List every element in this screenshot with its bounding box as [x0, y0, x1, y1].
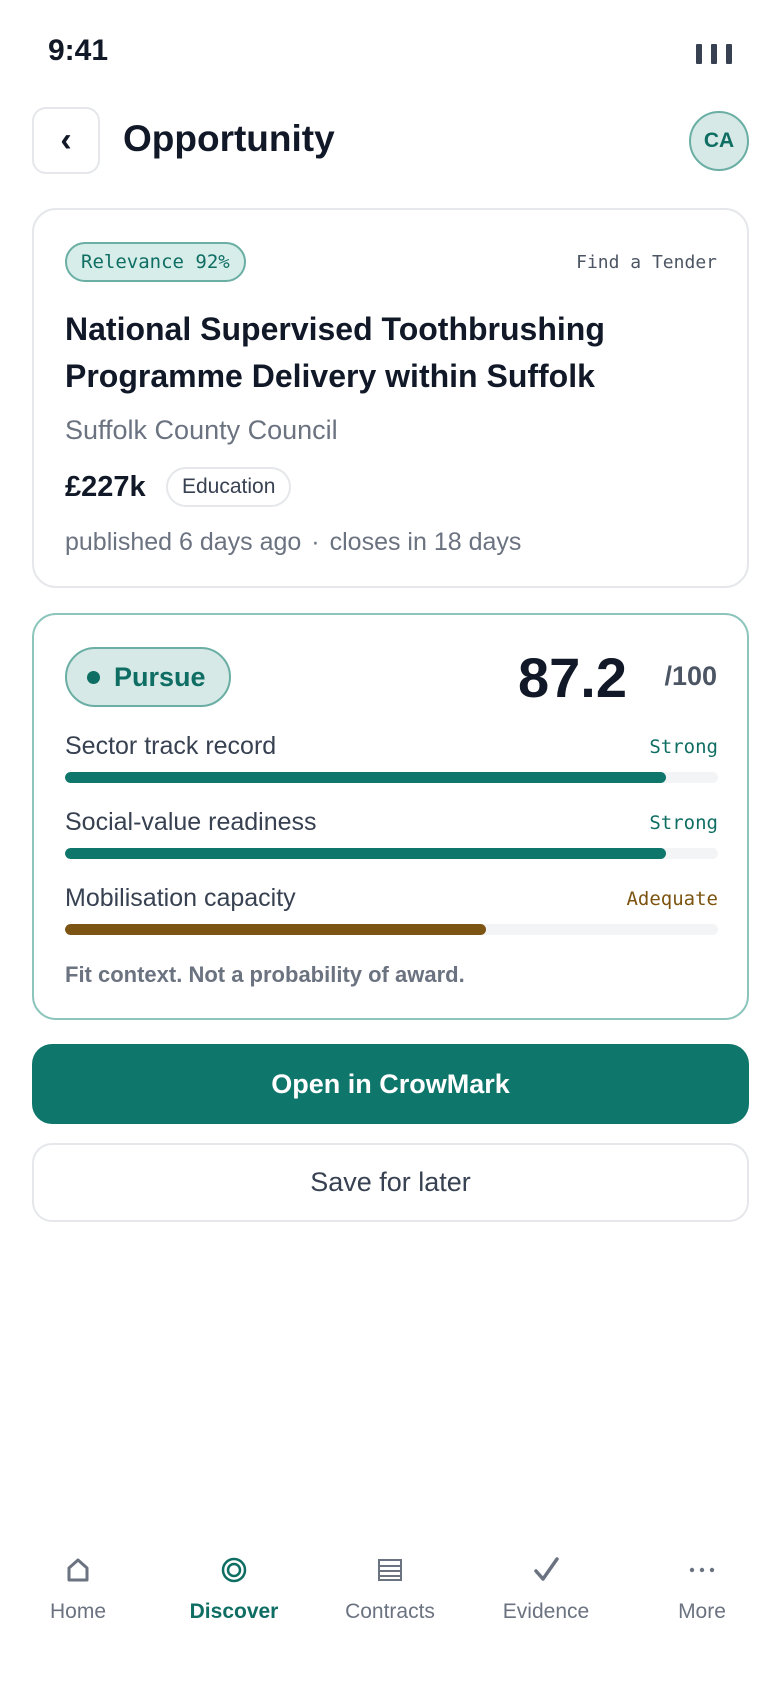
status-time: 9:41 — [48, 34, 109, 67]
assessment-card: Pursue 87.2 /100 Sector track record Str… — [32, 613, 749, 1020]
sector-chip: Education — [166, 467, 292, 507]
verdict-badge: Pursue — [65, 647, 231, 707]
metric-rating: Adequate — [626, 888, 718, 910]
discover-icon — [220, 1548, 248, 1592]
fit-score-max: /100 — [664, 661, 717, 691]
metric-bar-fill — [65, 924, 487, 935]
metric-label: Sector track record — [65, 732, 277, 760]
nav-item-more[interactable]: More — [624, 1548, 780, 1658]
tender-title: National Supervised Toothbrushing Progra… — [65, 311, 605, 394]
open-in-crowmark-button[interactable]: Open in CrowMark — [32, 1044, 749, 1124]
evidence-check-icon — [532, 1548, 560, 1592]
nav-item-home[interactable]: Home — [0, 1548, 156, 1658]
metric-bar — [65, 924, 718, 935]
nav-label: More — [678, 1600, 726, 1623]
contracts-icon — [377, 1548, 403, 1592]
relevance-badge: Relevance 92% — [65, 242, 246, 282]
fit-score: 87.2 — [518, 646, 627, 709]
contract-value: £227k — [65, 471, 146, 503]
nav-item-contracts[interactable]: Contracts — [312, 1548, 468, 1658]
separator: · — [311, 528, 320, 556]
avatar[interactable]: CA — [689, 111, 749, 171]
bottom-nav: Home Discover Contracts Evidence More — [0, 1548, 780, 1658]
nav-label: Discover — [189, 1600, 279, 1623]
page: 9:41 ‹ Opportunity CA Relevance 92% Find… — [0, 0, 780, 1688]
published-date: published 6 days ago — [65, 528, 302, 556]
nav-label: Evidence — [502, 1600, 590, 1623]
source-label: Find a Tender — [576, 252, 717, 273]
chevron-left-icon: ‹ — [60, 121, 72, 159]
metric-label: Mobilisation capacity — [65, 884, 296, 912]
metric-bar — [65, 772, 718, 783]
page-title: Opportunity — [123, 118, 335, 159]
status-dot-icon — [87, 670, 100, 684]
metric-bar — [65, 848, 718, 859]
metric-bar-fill — [65, 848, 666, 859]
signal-icon — [696, 44, 732, 64]
save-for-later-button[interactable]: Save for later — [32, 1143, 749, 1222]
opportunity-card: Relevance 92% Find a Tender National Sup… — [32, 208, 749, 588]
closing-date: closes in 18 days — [329, 528, 522, 556]
more-icon — [688, 1548, 716, 1592]
dates-line: published 6 days ago · closes in 18 days — [65, 528, 521, 557]
verdict-label: Pursue — [114, 661, 206, 692]
metric-rating: Strong — [649, 812, 718, 834]
metric-bar-fill — [65, 772, 666, 783]
fit-footnote: Fit context. Not a probability of award. — [65, 962, 465, 987]
status-bar: 9:41 — [0, 0, 780, 100]
nav-label: Home — [49, 1600, 107, 1623]
nav-item-discover[interactable]: Discover — [156, 1548, 312, 1658]
nav-label: Contracts — [345, 1600, 435, 1623]
nav-item-evidence[interactable]: Evidence — [468, 1548, 624, 1658]
back-button[interactable]: ‹ — [32, 107, 100, 174]
metric-rating: Strong — [649, 736, 718, 758]
buyer-name: Suffolk County Council — [65, 415, 338, 445]
metric-label: Social-value readiness — [65, 808, 317, 836]
home-icon — [66, 1548, 90, 1592]
